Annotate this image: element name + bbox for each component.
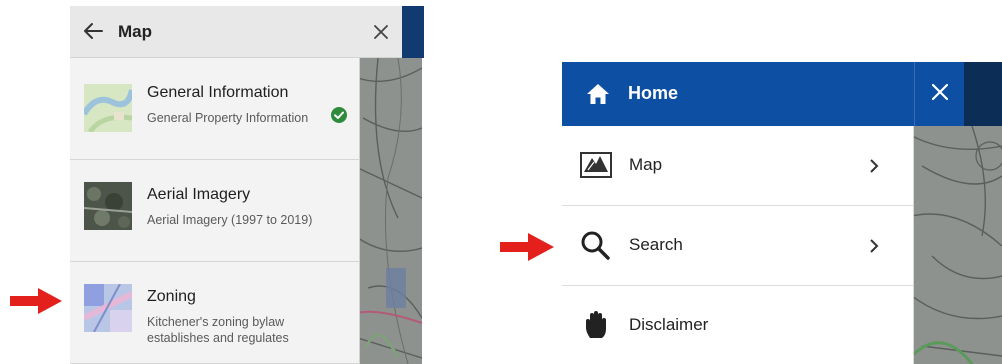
menu-item-disclaimer[interactable]: Disclaimer bbox=[562, 286, 914, 364]
menu-item-label: Disclaimer bbox=[629, 315, 709, 334]
home-header[interactable]: Home bbox=[562, 62, 914, 126]
map-layers-panel: Map General Information General Property… bbox=[70, 6, 360, 364]
layer-item-title: General Information bbox=[147, 84, 289, 101]
app-header-strip bbox=[964, 62, 1002, 126]
search-icon bbox=[581, 231, 610, 260]
app-header-strip bbox=[402, 6, 424, 58]
menu-item-search[interactable]: Search bbox=[562, 206, 914, 286]
zoning-thumbnail bbox=[84, 284, 132, 332]
check-circle-icon bbox=[331, 107, 347, 123]
general-information-thumbnail bbox=[84, 84, 132, 132]
chevron-right-icon bbox=[870, 239, 879, 253]
layer-item-aerial-imagery[interactable]: Aerial Imagery Aerial Imagery (1997 to 2… bbox=[70, 160, 360, 262]
menu-item-label: Search bbox=[629, 235, 683, 254]
layer-item-description: General Property Information bbox=[147, 111, 309, 125]
red-arrow-annotation-zoning bbox=[10, 288, 62, 314]
arrow-left-icon[interactable] bbox=[82, 20, 104, 42]
menu-item-map[interactable]: Map bbox=[562, 126, 914, 206]
chevron-right-icon bbox=[870, 159, 879, 173]
home-menu-panel: Home Map Search Disclaimer bbox=[562, 62, 914, 364]
home-icon bbox=[587, 84, 609, 104]
layer-item-title: Zoning bbox=[147, 288, 196, 305]
layer-item-zoning[interactable]: Zoning Kitchener's zoning bylaw establis… bbox=[70, 262, 360, 364]
aerial-imagery-thumbnail bbox=[84, 182, 132, 230]
layer-item-description: Aerial Imagery (1997 to 2019) bbox=[147, 213, 313, 227]
hand-icon bbox=[586, 311, 606, 338]
red-arrow-annotation-search bbox=[500, 233, 554, 261]
home-title: Home bbox=[628, 83, 679, 103]
close-icon bbox=[931, 83, 949, 101]
close-icon bbox=[374, 25, 388, 39]
panel-title: Map bbox=[118, 22, 152, 41]
layer-item-description: Kitchener's zoning bylaw establishes and… bbox=[147, 315, 289, 345]
layer-item-general-information[interactable]: General Information General Property Inf… bbox=[70, 58, 360, 160]
panel-header: Map bbox=[70, 6, 360, 58]
layer-item-title: Aerial Imagery bbox=[147, 186, 251, 203]
close-panel-button[interactable] bbox=[360, 6, 402, 58]
map-background-left[interactable] bbox=[358, 58, 422, 364]
close-menu-button[interactable] bbox=[914, 62, 964, 126]
map-background-right[interactable] bbox=[912, 126, 1002, 364]
map-icon bbox=[580, 152, 612, 178]
menu-item-label: Map bbox=[629, 155, 663, 174]
